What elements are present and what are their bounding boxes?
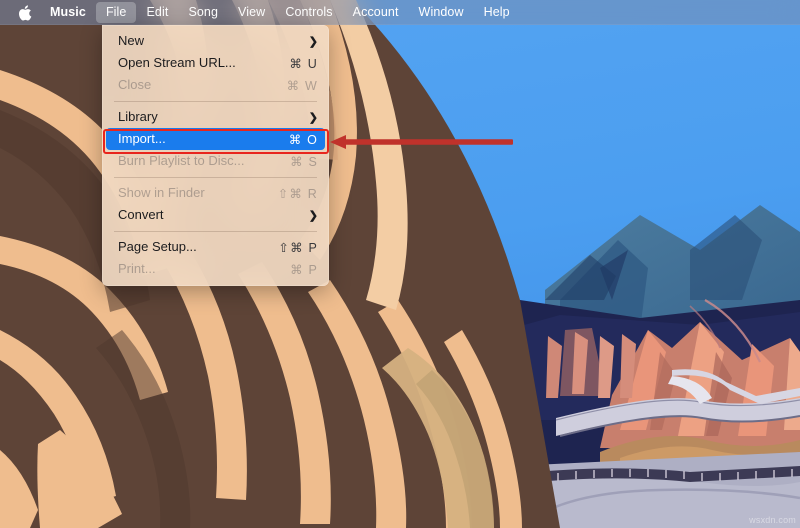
menu-item-print: Print... ⌘ P <box>102 258 329 280</box>
chevron-right-icon: ❯ <box>308 209 318 222</box>
menu-bar-item-account[interactable]: Account <box>343 2 409 23</box>
menu-item-label: Print... <box>118 261 156 276</box>
file-dropdown-menu[interactable]: New ❯ Open Stream URL... ⌘ U Close ⌘ W Library… <box>102 25 329 286</box>
menu-item-shortcut: ⇧⌘ R <box>277 186 318 201</box>
red-pointer-arrow <box>330 134 515 150</box>
menu-separator <box>114 231 317 232</box>
chevron-right-icon: ❯ <box>308 35 318 48</box>
menu-bar-item-file[interactable]: File <box>95 2 137 23</box>
menu-item-import[interactable]: Import... ⌘ O <box>106 128 325 150</box>
menu-bar-item-edit[interactable]: Edit <box>136 2 178 23</box>
menu-item-close: Close ⌘ W <box>102 74 329 96</box>
menu-item-shortcut: ⌘ O <box>288 132 318 147</box>
menu-item-label: Import... <box>118 131 166 146</box>
menu-item-label: Page Setup... <box>118 239 197 254</box>
menu-item-shortcut: ⌘ S <box>290 154 318 169</box>
menu-item-library[interactable]: Library ❯ <box>102 106 329 128</box>
menu-item-burn-playlist-to-disc: Burn Playlist to Disc... ⌘ S <box>102 150 329 172</box>
menu-item-convert[interactable]: Convert ❯ <box>102 204 329 226</box>
menu-item-label: Show in Finder <box>118 185 205 200</box>
menu-bar-item-song[interactable]: Song <box>178 2 228 23</box>
menu-item-label: Close <box>118 77 152 92</box>
menu-item-shortcut: ⌘ U <box>289 56 318 71</box>
menu-item-new[interactable]: New ❯ <box>102 30 329 52</box>
menu-item-label: Burn Playlist to Disc... <box>118 153 245 168</box>
menu-bar-item-controls[interactable]: Controls <box>275 2 342 23</box>
macos-menu-bar[interactable]: Music File Edit Song View Controls Account Wind… <box>0 0 800 25</box>
apple-logo-icon[interactable] <box>12 4 38 21</box>
desktop-screenshot: Music File Edit Song View Controls Account Wind… <box>0 0 800 528</box>
menu-separator <box>114 177 317 178</box>
menu-item-shortcut: ⇧⌘ P <box>278 240 318 255</box>
menu-bar-items[interactable]: Music File Edit Song View Controls Account Wind… <box>40 2 520 23</box>
menu-item-label: Library <box>118 109 158 124</box>
chevron-right-icon: ❯ <box>308 111 318 124</box>
menu-bar-item-help[interactable]: Help <box>474 2 520 23</box>
menu-item-label: New <box>118 33 145 48</box>
menu-item-shortcut: ⌘ P <box>290 262 318 277</box>
menu-item-label: Convert <box>118 207 164 222</box>
watermark-text: wsxdn.com <box>749 515 796 525</box>
menu-bar-item-view[interactable]: View <box>228 2 275 23</box>
menu-bar-item-window[interactable]: Window <box>409 2 474 23</box>
menu-separator <box>114 101 317 102</box>
menu-item-label: Open Stream URL... <box>118 55 236 70</box>
menu-bar-item-music[interactable]: Music <box>40 2 96 23</box>
menu-item-shortcut: ⌘ W <box>286 78 318 93</box>
menu-item-show-in-finder: Show in Finder ⇧⌘ R <box>102 182 329 204</box>
menu-item-open-stream-url[interactable]: Open Stream URL... ⌘ U <box>102 52 329 74</box>
menu-item-page-setup[interactable]: Page Setup... ⇧⌘ P <box>102 236 329 258</box>
